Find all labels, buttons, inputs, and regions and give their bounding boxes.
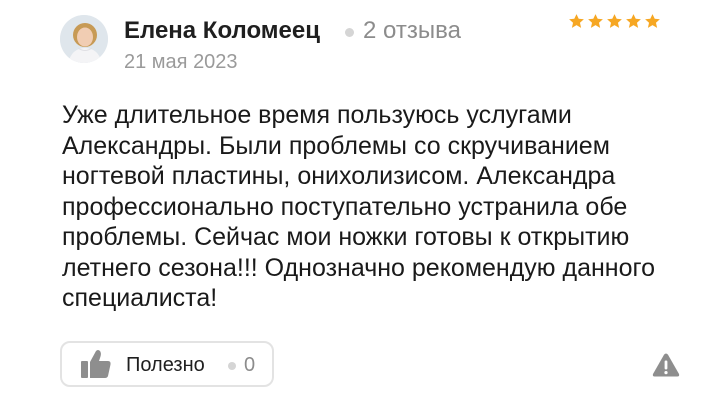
review-text: Уже длительное время пользуюсь услугами … [62,101,655,312]
helpful-count: 0 [244,354,256,376]
helpful-label: Полезно [126,354,205,376]
author-name[interactable]: Елена Коломеец [124,16,320,46]
helpful-button[interactable]: Полезно 0 [60,341,274,387]
author-reviews-count[interactable]: 2 отзыва [363,16,461,46]
star-icon [626,14,641,28]
star-icon [588,14,603,28]
separator-dot [228,362,236,370]
star-icon [645,14,660,28]
review-date: 21 мая 2023 [124,51,238,73]
rating-stars [568,13,661,30]
review-card: Елена Коломеец 2 отзыва 21 мая 2023 Уже … [0,0,716,402]
thumbs-up-icon [81,350,111,378]
avatar-photo [60,15,108,63]
star-icon [569,14,584,28]
warning-icon[interactable] [652,352,680,378]
author-avatar[interactable] [60,15,108,63]
star-icon [607,14,622,28]
separator-dot [345,28,354,37]
